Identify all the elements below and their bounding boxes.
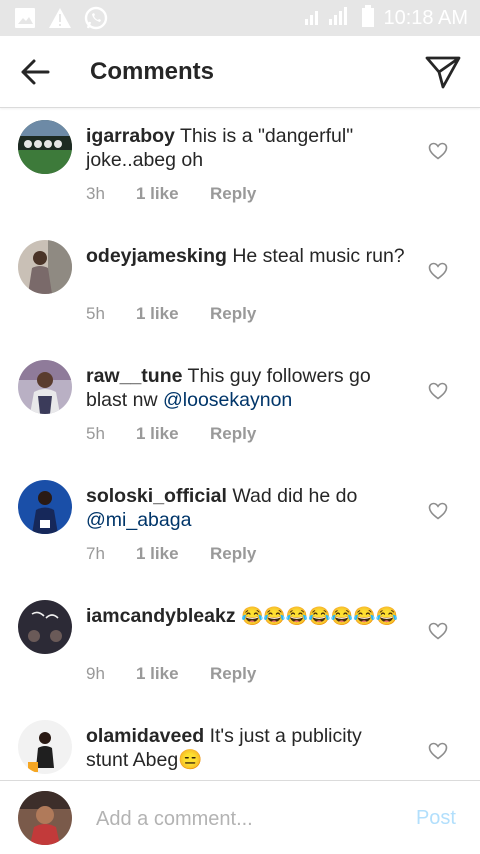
comment-text: raw__tune This guy followers go blast nw… bbox=[86, 364, 406, 412]
comment-time: 7h bbox=[86, 544, 105, 563]
heart-icon bbox=[428, 142, 448, 160]
comment-item: raw__tune This guy followers go blast nw… bbox=[0, 348, 480, 468]
reply-button[interactable]: Reply bbox=[210, 544, 256, 564]
comment-input[interactable] bbox=[96, 805, 386, 833]
comment-body: He steal music run? bbox=[232, 245, 405, 267]
comment-meta: 5h 1 like Reply bbox=[86, 424, 256, 444]
comment-time: 9h bbox=[86, 664, 105, 683]
like-button[interactable] bbox=[428, 742, 448, 760]
comment-item: soloski_official Wad did he do @mi_abaga… bbox=[0, 468, 480, 588]
reply-button[interactable]: Reply bbox=[210, 424, 256, 444]
comment-time: 3h bbox=[86, 184, 105, 203]
avatar[interactable] bbox=[18, 480, 72, 534]
like-button[interactable] bbox=[428, 262, 448, 280]
reply-button[interactable]: Reply bbox=[210, 304, 256, 324]
comment-username[interactable]: raw__tune bbox=[86, 365, 182, 387]
like-button[interactable] bbox=[428, 622, 448, 640]
like-count[interactable]: 1 like bbox=[136, 664, 210, 684]
battery-icon bbox=[361, 5, 375, 32]
comment-time: 5h bbox=[86, 304, 105, 323]
comment-composer: Post bbox=[0, 780, 480, 854]
comment-time: 5h bbox=[86, 424, 105, 443]
comment-mention[interactable]: @mi_abaga bbox=[86, 509, 191, 531]
avatar[interactable] bbox=[18, 720, 72, 774]
comment-text: iamcandybleakz 😂😂😂😂😂😂😂 bbox=[86, 604, 406, 628]
comment-item: igarraboy This is a "dangerful" joke..ab… bbox=[0, 108, 480, 228]
page-title: Comments bbox=[90, 58, 215, 85]
status-time: 10:18 AM bbox=[383, 7, 468, 29]
image-icon bbox=[14, 7, 36, 34]
avatar[interactable] bbox=[18, 240, 72, 294]
reply-button[interactable]: Reply bbox=[210, 664, 256, 684]
comment-item: iamcandybleakz 😂😂😂😂😂😂😂 9h 1 like Reply bbox=[0, 588, 480, 708]
signal-icon bbox=[303, 5, 353, 32]
comment-username[interactable]: soloski_official bbox=[86, 485, 227, 507]
comment-mention[interactable]: @loosekaynon bbox=[163, 389, 292, 411]
avatar[interactable] bbox=[18, 360, 72, 414]
back-button[interactable] bbox=[18, 56, 52, 88]
warning-icon bbox=[48, 7, 72, 34]
comment-item: olamidaveed It's just a publicity stunt … bbox=[0, 708, 480, 780]
comment-text: soloski_official Wad did he do @mi_abaga bbox=[86, 484, 406, 532]
heart-icon bbox=[428, 622, 448, 640]
comment-username[interactable]: olamidaveed bbox=[86, 725, 204, 747]
comment-meta: 5h 1 like Reply bbox=[86, 304, 256, 324]
whatsapp-icon bbox=[84, 6, 108, 35]
comment-meta: 9h 1 like Reply bbox=[86, 664, 256, 684]
like-button[interactable] bbox=[428, 382, 448, 400]
avatar[interactable] bbox=[18, 120, 72, 174]
comment-text: odeyjamesking He steal music run? bbox=[86, 244, 406, 268]
avatar bbox=[18, 791, 72, 845]
comment-username[interactable]: odeyjamesking bbox=[86, 245, 227, 267]
comment-item: odeyjamesking He steal music run? 5h 1 l… bbox=[0, 228, 480, 348]
comment-username[interactable]: iamcandybleakz bbox=[86, 605, 236, 627]
comment-body: 😂😂😂😂😂😂😂 bbox=[241, 606, 398, 626]
like-count[interactable]: 1 like bbox=[136, 184, 210, 204]
comment-text: igarraboy This is a "dangerful" joke..ab… bbox=[86, 124, 406, 172]
like-count[interactable]: 1 like bbox=[136, 544, 210, 564]
heart-icon bbox=[428, 502, 448, 520]
comment-meta: 7h 1 like Reply bbox=[86, 544, 256, 564]
header: Comments bbox=[0, 36, 480, 108]
paper-plane-icon bbox=[425, 56, 461, 89]
comment-text: olamidaveed It's just a publicity stunt … bbox=[86, 724, 406, 772]
comment-meta: 3h 1 like Reply bbox=[86, 184, 256, 204]
heart-icon bbox=[428, 742, 448, 760]
post-button[interactable]: Post bbox=[416, 807, 456, 830]
reply-button[interactable]: Reply bbox=[210, 184, 256, 204]
avatar[interactable] bbox=[18, 600, 72, 654]
share-button[interactable] bbox=[424, 54, 462, 90]
like-button[interactable] bbox=[428, 502, 448, 520]
arrow-left-icon bbox=[21, 59, 50, 85]
comment-username[interactable]: igarraboy bbox=[86, 125, 175, 147]
status-bar: 10:18 AM bbox=[0, 0, 480, 36]
heart-icon bbox=[428, 382, 448, 400]
comment-body: Wad did he do bbox=[232, 485, 358, 507]
like-count[interactable]: 1 like bbox=[136, 424, 210, 444]
like-count[interactable]: 1 like bbox=[136, 304, 210, 324]
heart-icon bbox=[428, 262, 448, 280]
comments-list[interactable]: igarraboy This is a "dangerful" joke..ab… bbox=[0, 108, 480, 780]
like-button[interactable] bbox=[428, 142, 448, 160]
